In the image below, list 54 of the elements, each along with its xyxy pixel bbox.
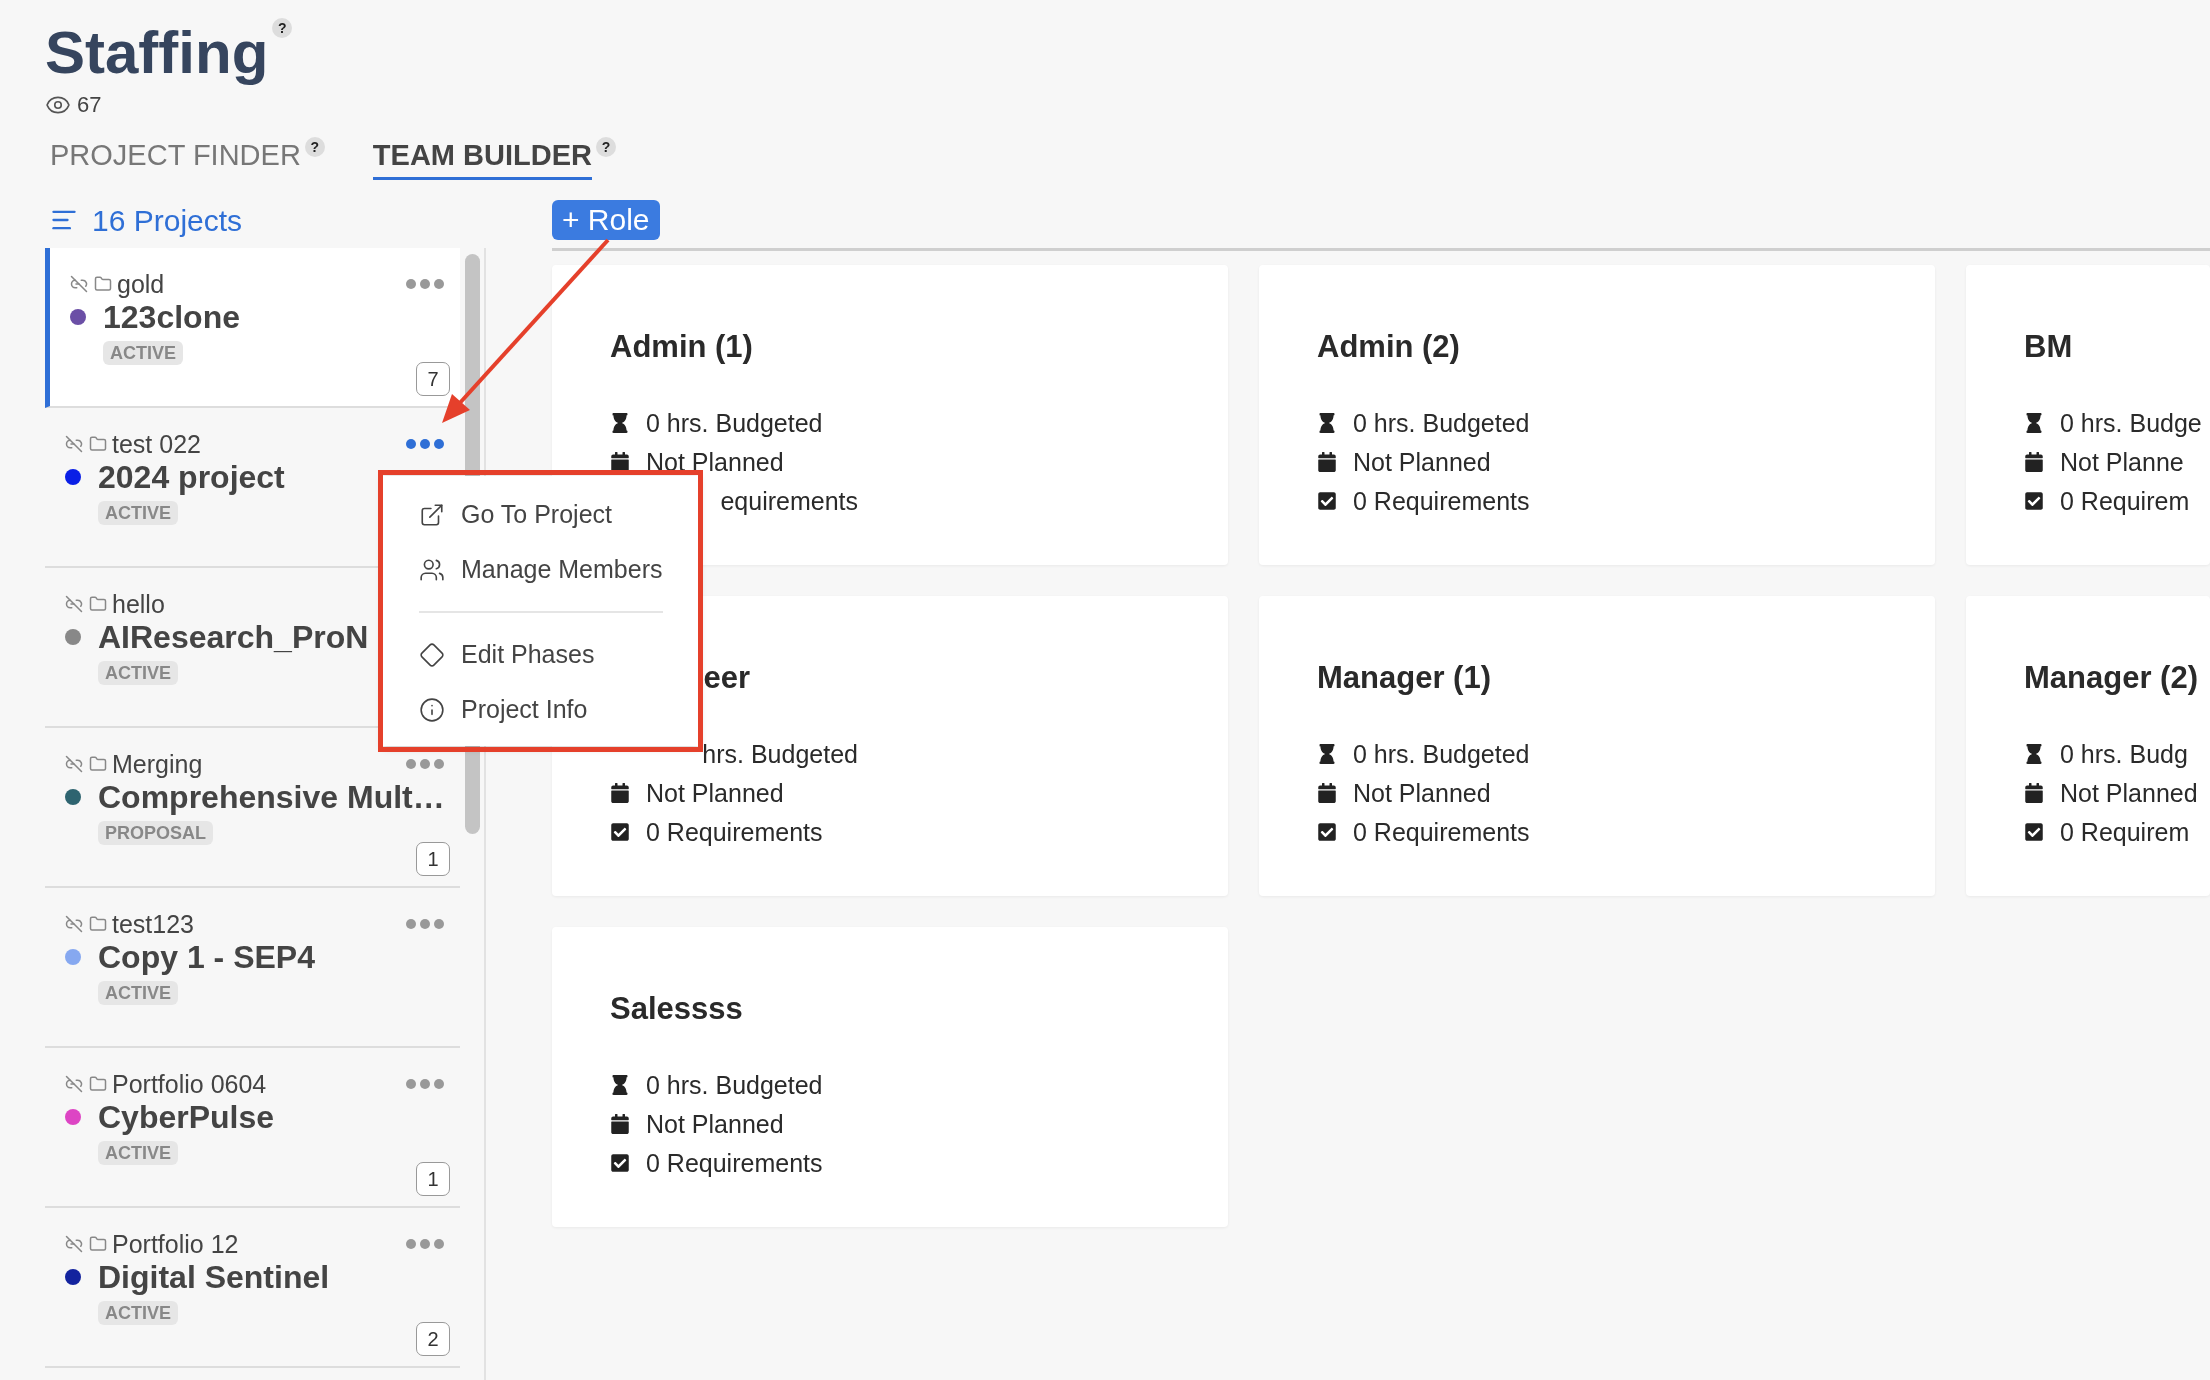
count-badge: 1 xyxy=(416,842,450,876)
project-name: CyberPulse xyxy=(98,1098,275,1136)
portfolio-name: gold xyxy=(117,270,165,298)
portfolio-name: test123 xyxy=(112,910,194,938)
project-name: 123clone xyxy=(103,298,240,336)
status-tag: ACTIVE xyxy=(98,661,178,685)
portfolio-name: Merging xyxy=(112,750,203,778)
role-title: Salessss xyxy=(610,990,743,1028)
role-stat: Not Planned xyxy=(646,1110,784,1138)
role-stat: 0 hrs. Budgeted xyxy=(1353,740,1530,768)
project-name: 2024 project xyxy=(98,458,285,496)
portfolio-name: Portfolio 12 xyxy=(112,1230,239,1258)
project-name: Digital Sentinel xyxy=(98,1258,330,1296)
role-title: Manager (1) xyxy=(1317,659,1491,697)
page-title: Staffing xyxy=(45,18,269,88)
role-title: BM xyxy=(2024,328,2073,366)
portfolio-name: hello xyxy=(112,590,165,618)
role-stat: 0 hrs. Budge xyxy=(2060,409,2202,437)
role-title: Manager (2) xyxy=(2024,659,2198,697)
portfolio-name: Portfolio 0604 xyxy=(112,1070,267,1098)
role-stat: Not Planned xyxy=(646,779,784,807)
role-stat: Not Planned xyxy=(1353,779,1491,807)
role-title: eer xyxy=(703,659,750,697)
count-badge: 2 xyxy=(416,1322,450,1356)
role-stat: 0 hrs. Budgeted xyxy=(646,1071,823,1099)
role-stat: Not Planned xyxy=(1353,448,1491,476)
status-tag: ACTIVE xyxy=(98,981,178,1005)
view-count: 67 xyxy=(77,91,102,119)
role-stat: 0 Requirements xyxy=(1353,487,1530,515)
portfolio-name: test 022 xyxy=(112,430,201,458)
role-stat: 0 hrs. Budg xyxy=(2060,740,2188,768)
role-stat: equirements xyxy=(720,486,858,517)
project-name: Comprehensive Mult… xyxy=(98,778,445,816)
status-tag: ACTIVE xyxy=(98,1301,178,1325)
project-name: AIResearch_ProN xyxy=(98,618,369,656)
status-tag: PROPOSAL xyxy=(98,821,213,845)
role-stat: Not Planned xyxy=(2060,779,2198,807)
project-name: Copy 1 - SEP4 xyxy=(98,938,315,976)
role-stat: Not Planne xyxy=(2060,448,2184,476)
count-badge: 7 xyxy=(416,362,450,396)
status-tag: ACTIVE xyxy=(103,341,183,365)
role-stat: hrs. Budgeted xyxy=(702,739,858,770)
status-tag: ACTIVE xyxy=(98,501,178,525)
role-title: Admin (2) xyxy=(1317,328,1460,366)
role-stat: 0 Requirem xyxy=(2060,818,2190,846)
role-stat: 0 Requirem xyxy=(2060,487,2190,515)
count-badge: 1 xyxy=(416,1162,450,1196)
role-title: Admin (1) xyxy=(610,328,753,366)
role-stat: 0 Requirements xyxy=(646,1149,823,1177)
role-stat: 0 hrs. Budgeted xyxy=(1353,409,1530,437)
status-tag: ACTIVE xyxy=(98,1141,178,1165)
role-stat: 0 Requirements xyxy=(1353,818,1530,846)
role-stat: 0 Requirements xyxy=(646,818,823,846)
role-stat: 0 hrs. Budgeted xyxy=(646,409,823,437)
